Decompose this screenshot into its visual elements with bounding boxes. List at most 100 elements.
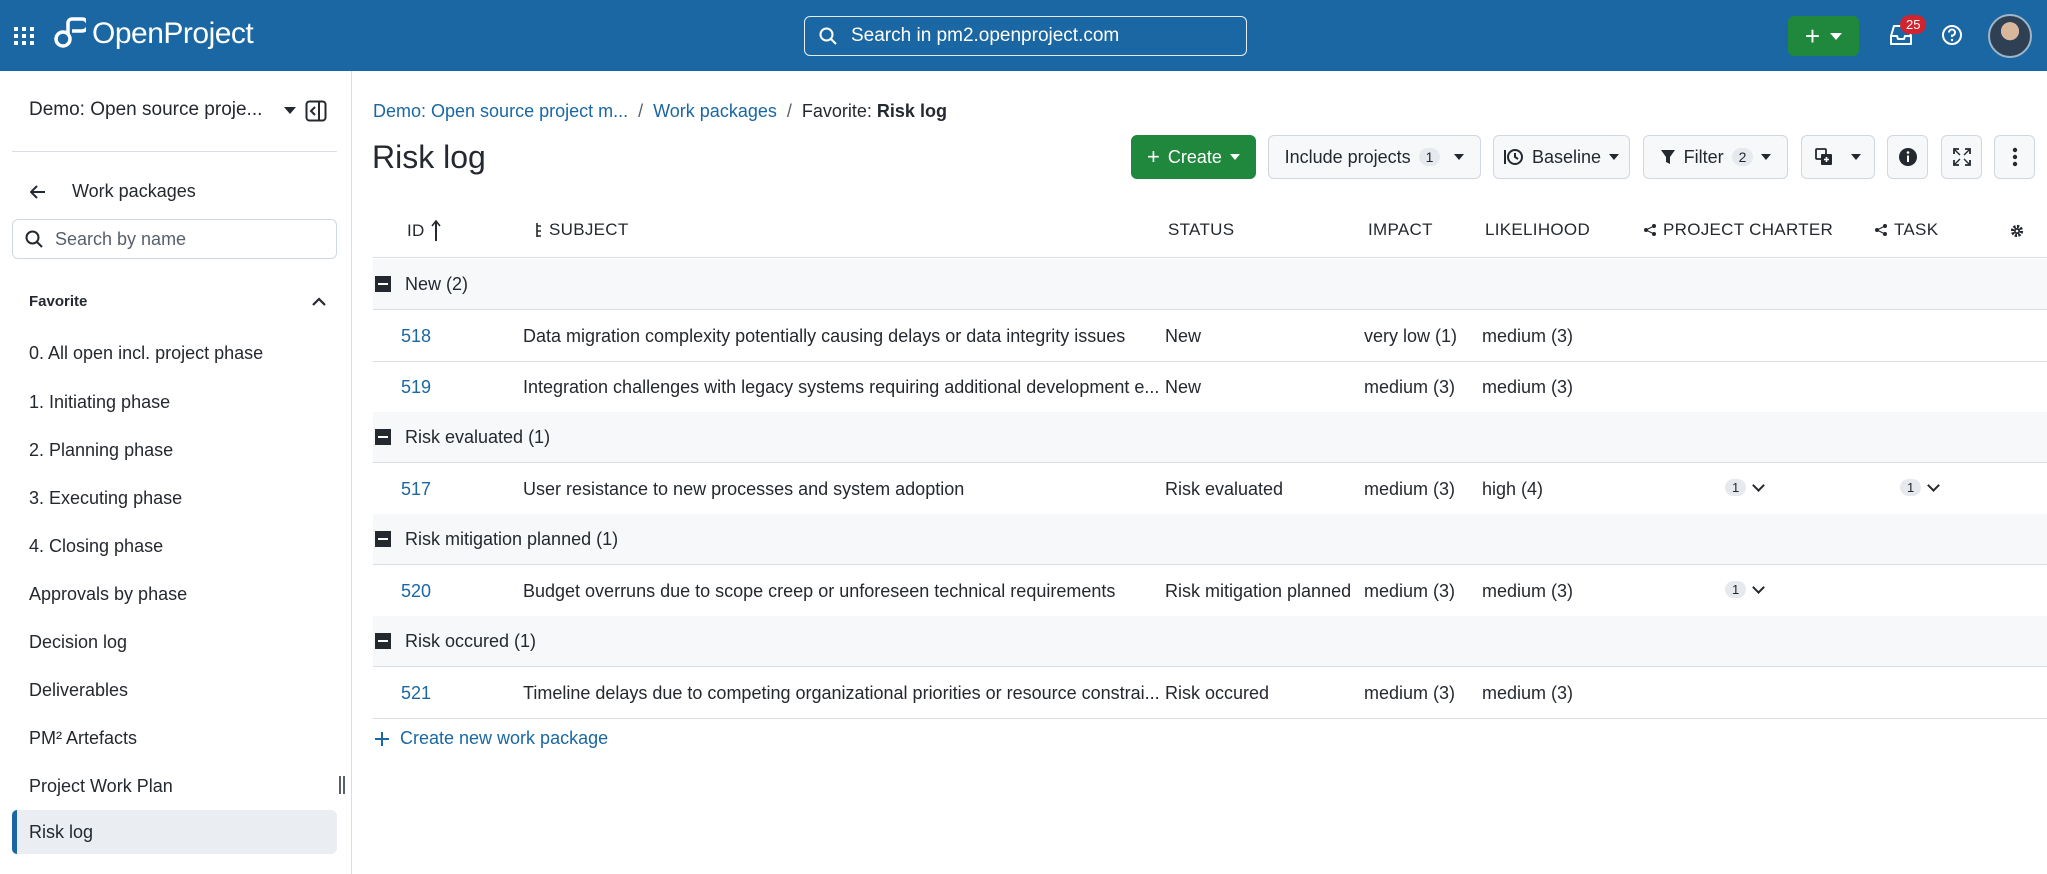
- copy-view-icon: [1815, 148, 1832, 165]
- details-view-button[interactable]: [1887, 135, 1928, 179]
- table-row[interactable]: 517 User resistance to new processes and…: [373, 464, 2047, 515]
- column-header-label: SUBJECT: [549, 220, 629, 239]
- impact-cell[interactable]: medium (3): [1364, 581, 1455, 602]
- sidebar-item-all-open[interactable]: 0. All open incl. project phase: [12, 331, 337, 375]
- breadcrumb-separator: /: [638, 101, 644, 121]
- status-cell[interactable]: Risk mitigation planned: [1165, 581, 1351, 602]
- table-row[interactable]: 521 Timeline delays due to competing org…: [373, 668, 2047, 719]
- table-row[interactable]: 520 Budget overruns due to scope creep o…: [373, 566, 2047, 617]
- sidebar-item-risk-log[interactable]: Risk log: [12, 810, 337, 854]
- chevron-down-icon: [1927, 478, 1941, 492]
- collapse-group-icon[interactable]: [375, 429, 391, 445]
- likelihood-cell[interactable]: medium (3): [1482, 581, 1573, 602]
- subject-cell[interactable]: Data migration complexity potentially ca…: [523, 326, 1125, 347]
- sidebar-item-approvals[interactable]: Approvals by phase: [12, 572, 337, 616]
- info-icon: [1898, 148, 1917, 166]
- collapse-sidebar-icon[interactable]: [305, 100, 327, 122]
- table-row[interactable]: 519 Integration challenges with legacy s…: [373, 362, 2047, 413]
- breadcrumb-work-packages-link[interactable]: Work packages: [653, 101, 777, 122]
- collapse-group-icon[interactable]: [375, 633, 391, 649]
- project-selector[interactable]: Demo: Open source proje...: [29, 99, 297, 121]
- impact-cell[interactable]: medium (3): [1364, 479, 1455, 500]
- column-header-likelihood[interactable]: LIKELIHOOD: [1485, 220, 1590, 240]
- work-package-id-link[interactable]: 520: [401, 581, 431, 602]
- relation-icon: [1875, 224, 1887, 236]
- likelihood-cell[interactable]: medium (3): [1482, 326, 1573, 347]
- view-settings-button[interactable]: [1801, 135, 1875, 179]
- sidebar-item-work-plan[interactable]: Project Work Plan: [12, 764, 337, 808]
- group-row-risk-occured[interactable]: Risk occured (1): [373, 616, 2047, 667]
- sidebar-item-executing[interactable]: 3. Executing phase: [12, 476, 337, 520]
- project-charter-relation-toggle[interactable]: 1: [1725, 580, 1766, 598]
- likelihood-cell[interactable]: medium (3): [1482, 683, 1573, 704]
- create-label: Create: [1167, 146, 1222, 167]
- sidebar-item-initiating[interactable]: 1. Initiating phase: [12, 380, 337, 424]
- sidebar-search-input[interactable]: Search by name: [12, 219, 337, 259]
- work-package-id-link[interactable]: 517: [401, 479, 431, 500]
- status-cell[interactable]: Risk evaluated: [1165, 479, 1283, 500]
- help-icon[interactable]: [1941, 24, 1963, 46]
- group-title: Risk occured (1): [405, 630, 537, 651]
- relation-count: 1: [1900, 479, 1922, 496]
- user-avatar[interactable]: [1988, 14, 2032, 58]
- group-row-risk-evaluated[interactable]: Risk evaluated (1): [373, 412, 2047, 463]
- column-header-subject[interactable]: SUBJECT: [535, 220, 629, 240]
- sidebar-item-pm2-artefacts[interactable]: PM² Artefacts: [12, 716, 337, 760]
- openproject-logo[interactable]: OpenProject: [52, 17, 254, 51]
- column-header-label: ID: [407, 221, 425, 240]
- sidebar-item-label: Approvals by phase: [29, 583, 188, 604]
- kebab-menu-icon: [2012, 147, 2017, 167]
- global-search-input[interactable]: Search in pm2.openproject.com: [804, 16, 1247, 56]
- create-button[interactable]: + Create: [1131, 135, 1256, 179]
- gear-icon[interactable]: [2009, 223, 2025, 239]
- subject-cell[interactable]: Integration challenges with legacy syste…: [523, 377, 1159, 398]
- impact-cell[interactable]: medium (3): [1364, 377, 1455, 398]
- impact-cell[interactable]: very low (1): [1364, 326, 1457, 347]
- task-relation-toggle[interactable]: 1: [1900, 478, 1941, 496]
- breadcrumb-project-link[interactable]: Demo: Open source project m...: [373, 101, 628, 122]
- collapse-group-icon[interactable]: [375, 531, 391, 547]
- likelihood-cell[interactable]: medium (3): [1482, 377, 1573, 398]
- work-package-id-link[interactable]: 521: [401, 683, 431, 704]
- group-row-new[interactable]: New (2): [373, 259, 2047, 310]
- work-package-id-link[interactable]: 518: [401, 326, 431, 347]
- filter-button[interactable]: Filter 2: [1643, 135, 1788, 179]
- group-title: New (2): [405, 273, 469, 294]
- sidebar-resize-handle[interactable]: [339, 776, 345, 794]
- sidebar-item-planning[interactable]: 2. Planning phase: [12, 428, 337, 472]
- fullscreen-button[interactable]: [1941, 135, 1982, 179]
- sidebar-item-deliverables[interactable]: Deliverables: [12, 668, 337, 712]
- column-header-impact[interactable]: IMPACT: [1368, 220, 1433, 240]
- group-title: Risk evaluated (1): [405, 426, 551, 447]
- subject-cell[interactable]: User resistance to new processes and sys…: [523, 479, 964, 500]
- subject-cell[interactable]: Budget overruns due to scope creep or un…: [523, 581, 1115, 602]
- app-grid-icon[interactable]: [14, 27, 34, 45]
- sidebar-item-closing[interactable]: 4. Closing phase: [12, 524, 337, 568]
- work-package-id-link[interactable]: 519: [401, 377, 431, 398]
- impact-cell[interactable]: medium (3): [1364, 683, 1455, 704]
- favorite-section-header[interactable]: Favorite: [29, 293, 326, 310]
- subject-cell[interactable]: Timeline delays due to competing organiz…: [523, 683, 1160, 704]
- status-cell[interactable]: New: [1165, 326, 1201, 347]
- project-charter-relation-toggle[interactable]: 1: [1725, 478, 1766, 496]
- column-header-status[interactable]: STATUS: [1168, 220, 1234, 240]
- relation-count: 1: [1725, 479, 1747, 496]
- relation-icon: [1644, 224, 1656, 236]
- baseline-button[interactable]: Baseline: [1493, 135, 1630, 179]
- collapse-group-icon[interactable]: [375, 276, 391, 292]
- column-header-project-charter[interactable]: PROJECT CHARTER: [1643, 220, 1833, 240]
- quick-add-button[interactable]: +: [1788, 16, 1859, 56]
- likelihood-cell[interactable]: high (4): [1482, 479, 1543, 500]
- group-row-risk-mitigation-planned[interactable]: Risk mitigation planned (1): [373, 514, 2047, 565]
- table-row[interactable]: 518 Data migration complexity potentiall…: [373, 311, 2047, 362]
- column-header-id[interactable]: ID: [407, 220, 441, 242]
- status-cell[interactable]: Risk occured: [1165, 683, 1269, 704]
- sidebar-item-decision-log[interactable]: Decision log: [12, 620, 337, 664]
- chevron-down-icon: [1761, 154, 1772, 160]
- back-to-work-packages[interactable]: Work packages: [30, 181, 196, 202]
- include-projects-button[interactable]: Include projects 1: [1268, 135, 1481, 179]
- more-actions-button[interactable]: [1994, 135, 2035, 179]
- column-header-task[interactable]: TASK: [1874, 220, 1938, 240]
- status-cell[interactable]: New: [1165, 377, 1201, 398]
- create-new-work-package-link[interactable]: Create new work package: [374, 728, 608, 749]
